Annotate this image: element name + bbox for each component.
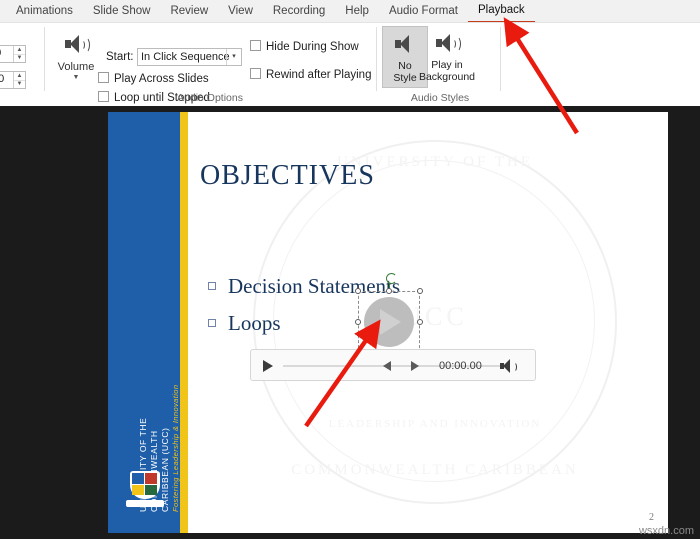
slide-title[interactable]: OBJECTIVES: [200, 160, 375, 192]
bullet-square-icon: [208, 319, 216, 327]
resize-handle-top-center[interactable]: [386, 288, 392, 294]
ribbon-tab-bar: Animations Slide Show Review View Record…: [0, 0, 700, 23]
fade-in-spinner-up[interactable]: ▲: [14, 46, 25, 55]
bullet-item-2[interactable]: Loops: [208, 311, 281, 336]
slide-canvas[interactable]: UNIVERSITY OF THE UCC COMMONWEALTH CARIB…: [108, 112, 668, 533]
play-in-background-label-line1: Play in: [431, 59, 463, 71]
slide-number: 2: [649, 512, 654, 523]
tab-playback[interactable]: Playback: [467, 0, 535, 23]
slide-stage: UNIVERSITY OF THE UCC COMMONWEALTH CARIB…: [0, 106, 700, 539]
rewind-after-playing-label: Rewind after Playing: [266, 69, 372, 81]
fade-out-spinner[interactable]: ▲ ▼: [13, 72, 25, 88]
slide-logo-crest: [126, 471, 164, 511]
group-divider-1: [44, 27, 45, 91]
play-across-slides-label: Play Across Slides: [114, 73, 209, 85]
play-across-slides-checkbox-row[interactable]: Play Across Slides: [98, 72, 209, 87]
rewind-after-playing-checkbox[interactable]: [250, 68, 261, 79]
selection-bounding-box: [358, 291, 420, 353]
hide-during-show-checkbox-row[interactable]: Hide During Show: [250, 40, 359, 55]
play-icon[interactable]: [263, 360, 273, 372]
previous-icon[interactable]: [383, 361, 391, 371]
tab-view[interactable]: View: [218, 1, 263, 22]
bullet-item-2-label: Loops: [228, 311, 281, 335]
rotate-icon[interactable]: [386, 273, 397, 284]
hide-during-show-label: Hide During Show: [266, 41, 359, 53]
hide-during-show-checkbox[interactable]: [250, 40, 261, 51]
audio-player-bar[interactable]: 00:00.00: [250, 349, 536, 381]
volume-icon: [63, 33, 90, 58]
audio-options-group-label: Audio Options: [177, 92, 243, 104]
ribbon-content: 00 ▲ ▼ .00 ▲ ▼ Volume ▼: [0, 22, 700, 106]
audio-styles-group-label: Audio Styles: [410, 92, 470, 104]
play-in-background-button[interactable]: Play in Background: [415, 26, 479, 88]
fade-out-duration-field[interactable]: .00 ▲ ▼: [0, 71, 26, 89]
crest-quadrant-2: [145, 473, 157, 484]
resize-handle-middle-left[interactable]: [355, 319, 361, 325]
group-divider-3: [500, 27, 501, 91]
play-in-background-icon: [434, 32, 461, 57]
volume-button-label: Volume: [57, 61, 95, 73]
audio-object[interactable]: [355, 273, 423, 356]
fade-out-duration-value: .00: [0, 73, 5, 85]
tab-audio-format[interactable]: Audio Format: [379, 1, 468, 22]
start-chevron-down-icon[interactable]: ▾: [226, 49, 241, 65]
slide-left-accent-stripe: [180, 112, 188, 533]
rewind-after-playing-checkbox-row[interactable]: Rewind after Playing: [250, 68, 371, 83]
next-icon[interactable]: [411, 361, 419, 371]
start-label: Start:: [106, 51, 134, 63]
crest-quadrant-1: [132, 473, 144, 484]
watermark-center-text: UCC: [402, 302, 468, 331]
crest-quadrant-4: [145, 485, 157, 495]
tab-animations[interactable]: Animations: [6, 1, 83, 22]
fade-in-spinner[interactable]: ▲ ▼: [13, 46, 25, 62]
fade-out-spinner-up[interactable]: ▲: [14, 72, 25, 81]
crest-quadrant-3: [132, 485, 144, 495]
resize-handle-top-left[interactable]: [355, 288, 361, 294]
audio-time-display: 00:00.00: [439, 360, 482, 372]
ribbon: Animations Slide Show Review View Record…: [0, 0, 700, 107]
fade-out-spinner-down[interactable]: ▼: [14, 81, 25, 89]
bullet-square-icon: [208, 282, 216, 290]
start-dropdown[interactable]: In Click Sequence ▾: [137, 48, 242, 66]
resize-handle-middle-right[interactable]: [417, 319, 423, 325]
fade-in-duration-field[interactable]: 00 ▲ ▼: [0, 45, 26, 63]
sidebar-tagline: Fostering Leadership & Innovation: [171, 384, 180, 512]
fade-in-duration-value: 00: [0, 47, 1, 59]
volume-button[interactable]: Volume ▼: [52, 25, 100, 87]
watermark-arc-text: LEADERSHIP AND INNOVATION: [328, 418, 542, 430]
tab-recording[interactable]: Recording: [263, 1, 335, 22]
watermark-bottom-text: COMMONWEALTH CARIBBEAN: [291, 462, 579, 478]
tab-review[interactable]: Review: [160, 1, 218, 22]
resize-handle-top-right[interactable]: [417, 288, 423, 294]
tab-help[interactable]: Help: [335, 1, 379, 22]
crest-banner: [126, 500, 164, 507]
play-in-background-label-line2: Background: [418, 71, 476, 83]
start-dropdown-value: In Click Sequence: [141, 51, 230, 63]
site-watermark: wsxdn.com: [638, 525, 694, 537]
slide-watermark-crest: UNIVERSITY OF THE UCC COMMONWEALTH CARIB…: [253, 140, 617, 504]
tab-slide-show[interactable]: Slide Show: [83, 1, 161, 22]
play-across-slides-checkbox[interactable]: [98, 72, 109, 83]
fade-in-spinner-down[interactable]: ▼: [14, 55, 25, 63]
group-divider-2: [376, 27, 377, 91]
volume-chevron-down-icon[interactable]: ▼: [52, 74, 100, 81]
